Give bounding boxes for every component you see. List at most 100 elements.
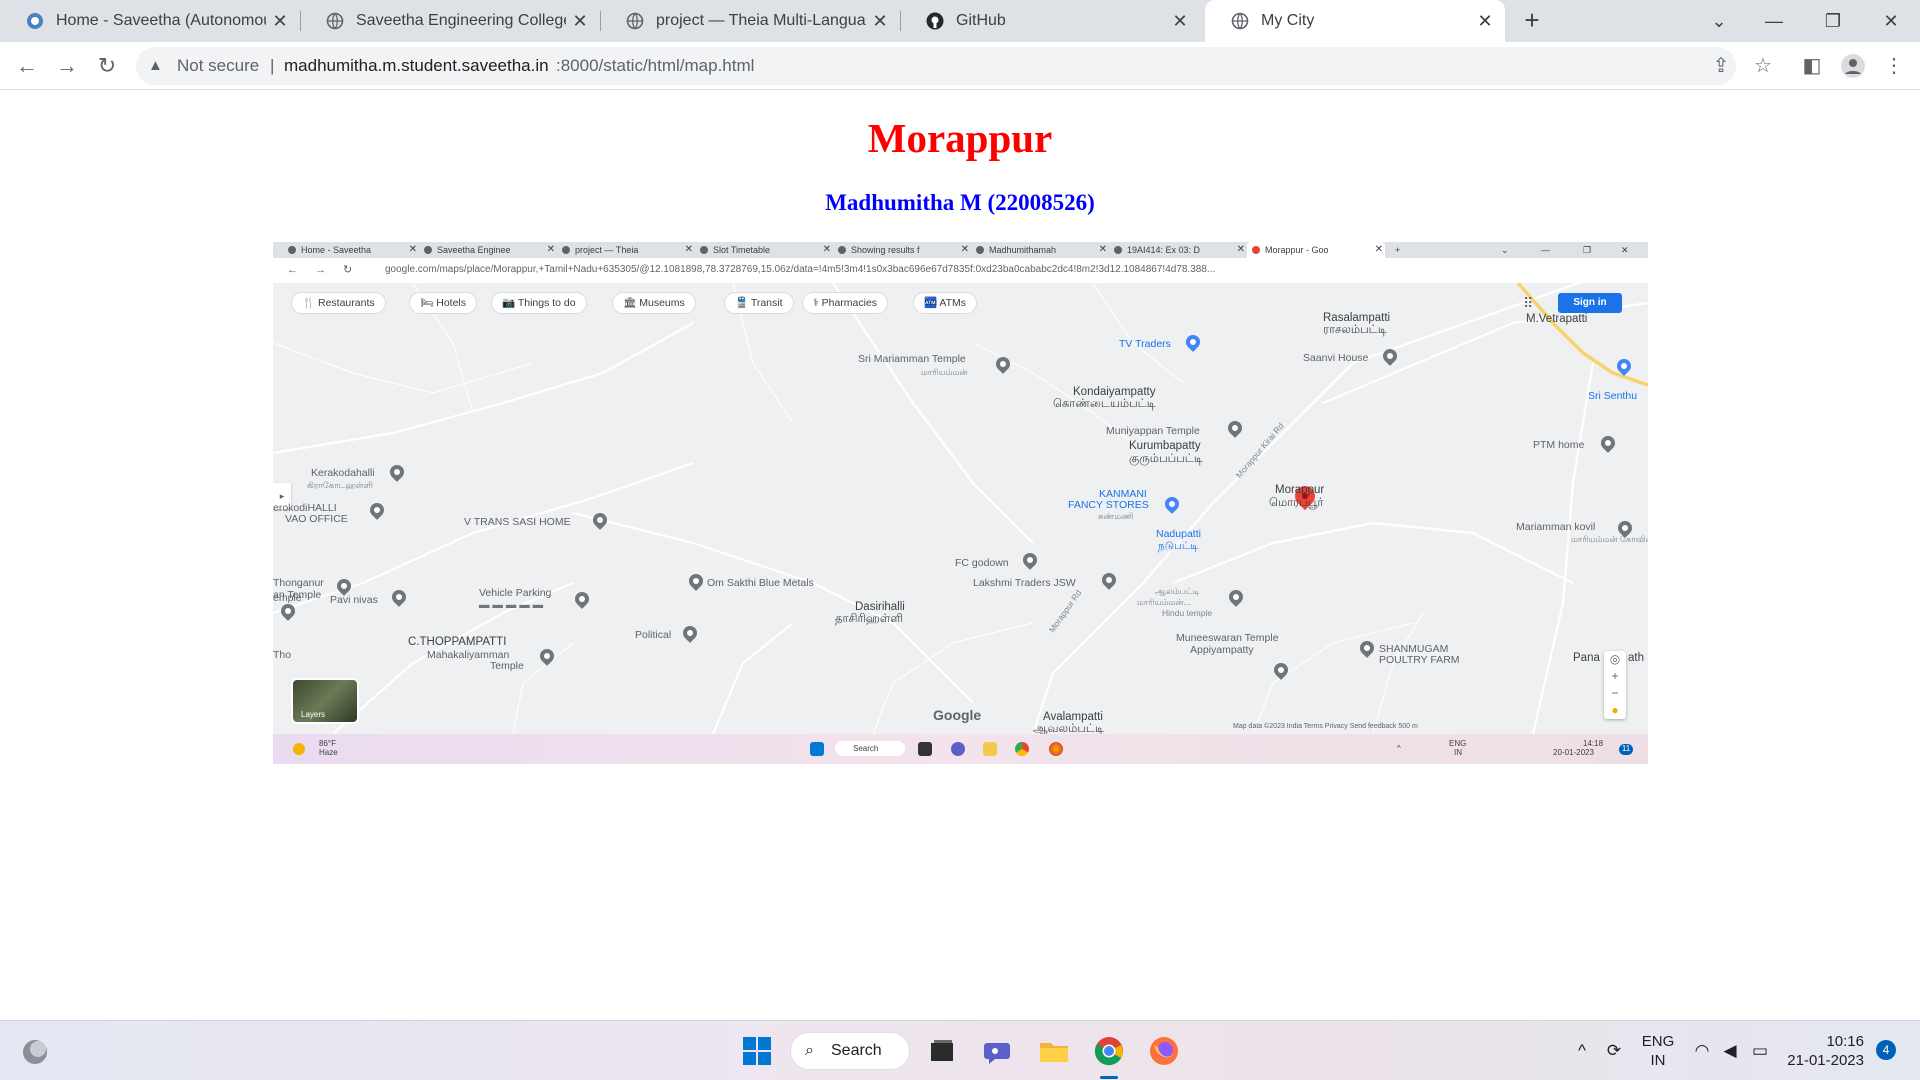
sync-icon[interactable]: ⟳ [1604,1041,1624,1061]
saveetha-icon [27,13,43,29]
google-map: 🍴 Restaurants 🛏 Hotels 📷 Things to do 🏛 … [273,283,1648,734]
active-app-indicator [1100,1076,1118,1079]
tab-home-saveetha[interactable]: Home - Saveetha (Autonomous) ✕ [0,0,301,42]
chrome-icon [1015,742,1029,756]
tray-overflow-chevron-icon[interactable]: ^ [1572,1041,1592,1061]
teams-chat-icon[interactable] [983,1035,1015,1067]
tab-saveetha-engineering[interactable]: Saveetha Engineering College ✕ [300,0,601,42]
browser-tab-strip: Home - Saveetha (Autonomous) ✕ Saveetha … [0,0,1920,42]
forward-button[interactable]: → [52,51,82,81]
bookmark-star-icon[interactable]: ☆ [1748,51,1778,81]
back-button[interactable]: ← [12,51,42,81]
weather-sun-icon [293,743,305,755]
restore-button[interactable]: ❐ [1813,6,1853,36]
fork-knife-icon: 🍴 [302,297,318,309]
tab-title: project — Theia Multi-Language [656,12,866,29]
globe-icon [1231,12,1249,30]
embedded-url: google.com/maps/place/Morappur,+Tamil+Na… [385,264,1216,275]
minimize-button[interactable]: — [1754,6,1794,36]
globe-icon [326,12,344,30]
map-zoom-controls: ◎ + − ● [1604,651,1626,719]
layers-toggle-thumbnail: Layers [291,678,359,724]
widgets-icon[interactable] [20,1037,50,1067]
wifi-icon[interactable]: ◠ [1692,1041,1712,1061]
embedded-taskbar: 86°F Haze Search ^ ENG IN 14:18 20-01-20… [273,734,1648,764]
embedded-tab: 19AI414: Ex 03: D ✕ [1109,242,1247,258]
close-tab-icon[interactable]: ✕ [270,11,290,31]
browser-toolbar: ← → ↻ ▲ Not secure | madhumitha.m.studen… [0,42,1920,90]
close-tab-icon[interactable]: ✕ [570,11,590,31]
chip-hotels: 🛏 Hotels [409,292,478,314]
tab-my-city[interactable]: My City ✕ [1205,0,1505,42]
close-tab-icon[interactable]: ✕ [870,11,890,31]
side-panel-icon[interactable]: ◧ [1797,51,1827,81]
tab-github[interactable]: GitHub ✕ [900,0,1200,42]
embedded-tab: Slot Timetable ✕ [695,242,833,258]
tab-title: My City [1261,12,1315,29]
zoom-in-icon: + [1611,669,1619,683]
page-subtitle: Madhumitha M (22008526) [825,190,1095,215]
chrome-icon[interactable] [1093,1035,1125,1067]
sign-in-button: Sign in [1558,293,1622,313]
embedded-tab: Showing results f ✕ [833,242,971,258]
atm-icon: 🏧 [924,297,940,309]
pegman-icon: ● [1611,703,1619,717]
close-window-button[interactable]: ✕ [1871,6,1911,36]
windows-taskbar: ⌕ Search ^ ⟳ ENG IN ◠ ◀ ▭ 10:16 21-01-202… [0,1020,1920,1080]
map-screenshot-image: Home - Saveetha ✕ Saveetha Enginee ✕ proje… [273,242,1648,764]
camera-icon: 📷 [502,297,518,309]
address-bar[interactable]: ▲ Not secure | madhumitha.m.student.save… [136,47,1736,85]
task-view-icon[interactable] [926,1035,958,1067]
transit-icon: 🚆 [735,297,751,309]
clock-date[interactable]: 21-01-2023 [1786,1052,1864,1070]
speaker-icon[interactable]: ◀ [1720,1041,1740,1061]
embedded-tab-strip: Home - Saveetha ✕ Saveetha Enginee ✕ proje… [273,242,1648,258]
cars-icon: ▬ ▬ ▬ ▬ ▬ [479,599,544,611]
taskbar-search-box[interactable]: ⌕ Search [790,1032,910,1070]
firefox-icon[interactable] [1148,1035,1180,1067]
embedded-tab: Morappur - Goo ✕ [1247,242,1385,258]
clock-time[interactable]: 10:16 [1786,1033,1864,1051]
apps-grid-icon: ⠿ [1523,295,1534,311]
tab-project-theia[interactable]: project — Theia Multi-Language ✕ [600,0,901,42]
page-title: Morappur [867,115,1053,161]
zoom-out-icon: − [1611,686,1619,700]
file-manager-icon [918,742,932,756]
profile-avatar-icon[interactable] [1838,51,1868,81]
google-logo: Google [933,707,982,723]
tab-title: Saveetha Engineering College [356,12,566,29]
chip-pharmacies: ⚕ Pharmacies [802,292,889,314]
bed-icon: 🛏 [420,297,437,309]
url-host: madhumitha.m.student.saveetha.in [284,56,549,75]
globe-icon [626,12,644,30]
kebab-menu-icon[interactable]: ⋮ [1879,51,1909,81]
file-explorer-icon[interactable] [1038,1035,1070,1067]
layers-label: Layers [301,710,326,719]
share-icon[interactable]: ⇪ [1706,51,1736,81]
map-roads [273,283,1648,734]
tab-search-chevron-icon[interactable]: ⌄ [1699,6,1739,36]
windows-start-icon [810,742,824,756]
tray-chevron-icon: ^ [1397,744,1401,753]
github-icon [926,12,944,30]
new-tab-button[interactable]: + [1519,7,1545,34]
chip-museums: 🏛 Museums [612,292,696,314]
tab-title: Home - Saveetha (Autonomous) [56,12,266,29]
close-tab-icon[interactable]: ✕ [1475,11,1495,31]
chip-transit: 🚆 Transit [724,292,794,314]
search-icon: ⌕ [805,1042,814,1059]
embedded-tab: Saveetha Enginee ✕ [419,242,557,258]
notification-count-badge[interactable]: 4 [1876,1040,1896,1060]
map-footer-attribution: Map data ©2023 India Terms Privacy Send … [1233,723,1418,730]
chip-restaurants: 🍴 Restaurants [291,292,386,314]
battery-icon[interactable]: ▭ [1750,1041,1770,1061]
reload-button[interactable]: ↻ [92,51,122,81]
tab-title: GitHub [956,12,1006,29]
locate-icon: ◎ [1609,652,1621,666]
chat-icon [951,742,965,756]
embedded-tab: project — Theia ✕ [557,242,695,258]
close-tab-icon[interactable]: ✕ [1170,11,1190,31]
windows-start-icon[interactable] [741,1035,773,1067]
embedded-toolbar: ← → ↻ google.com/maps/place/Morappur,+Ta… [273,258,1648,283]
firefox-icon [1049,742,1063,756]
